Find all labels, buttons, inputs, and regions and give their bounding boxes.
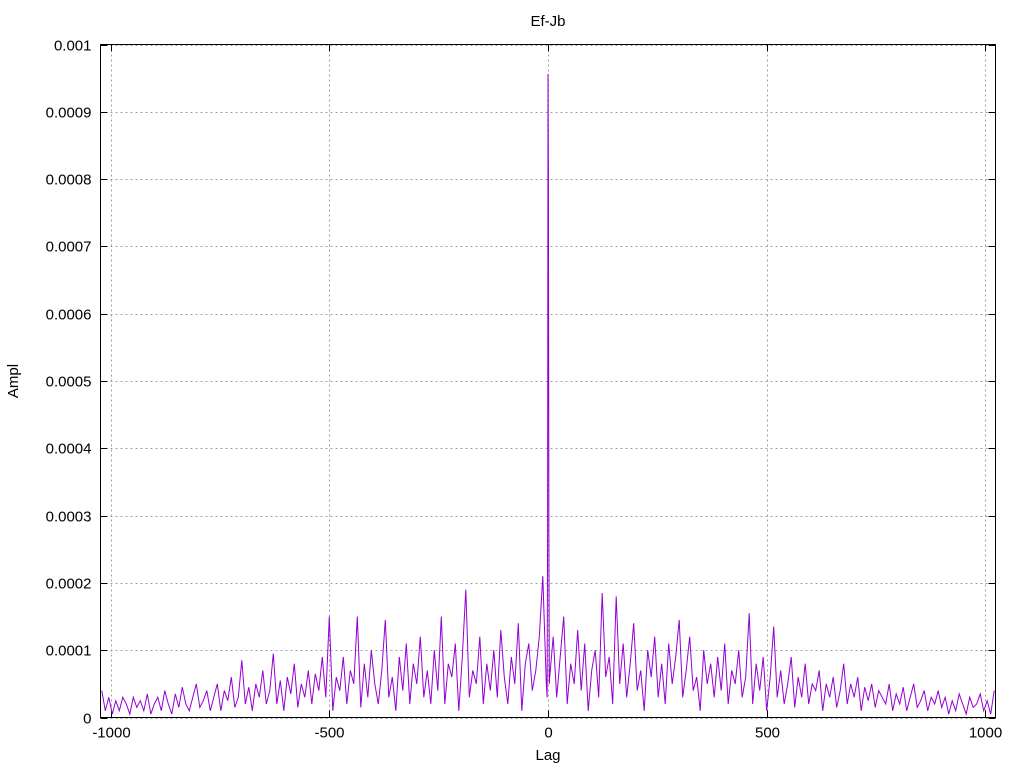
y-tick-label: 0.0003 <box>46 509 92 526</box>
y-tick-label: 0.0007 <box>46 239 92 256</box>
y-tick-label: 0.0006 <box>46 307 92 324</box>
series-line <box>101 74 995 716</box>
y-tick-label: 0.0008 <box>46 172 92 189</box>
y-tick-label: 0.001 <box>54 38 92 55</box>
y-axis-label: Ampl <box>5 364 22 398</box>
ticks: -1000 -500 0 500 1000 0 0.0001 0.0002 0.0003 0.00… <box>46 38 1003 742</box>
chart: Ef-Jb Lag Ampl -1000 -500 0 500 1000 0 0.0001 0… <box>5 13 1003 764</box>
x-tick-label: 1000 <box>969 725 1002 742</box>
y-tick-label: 0.0004 <box>46 441 92 458</box>
x-tick-label: -500 <box>314 725 344 742</box>
x-tick-label: 500 <box>755 725 780 742</box>
y-tick-label: 0 <box>83 711 91 728</box>
y-tick-label: 0.0002 <box>46 576 92 593</box>
plot-area <box>101 74 995 716</box>
y-tick-label: 0.0009 <box>46 105 92 122</box>
x-tick-label: -1000 <box>92 725 130 742</box>
chart-title: Ef-Jb <box>530 13 565 30</box>
x-tick-label: 0 <box>544 725 552 742</box>
x-axis-label: Lag <box>535 747 560 764</box>
y-tick-label: 0.0001 <box>46 643 92 660</box>
y-tick-label: 0.0005 <box>46 374 92 391</box>
